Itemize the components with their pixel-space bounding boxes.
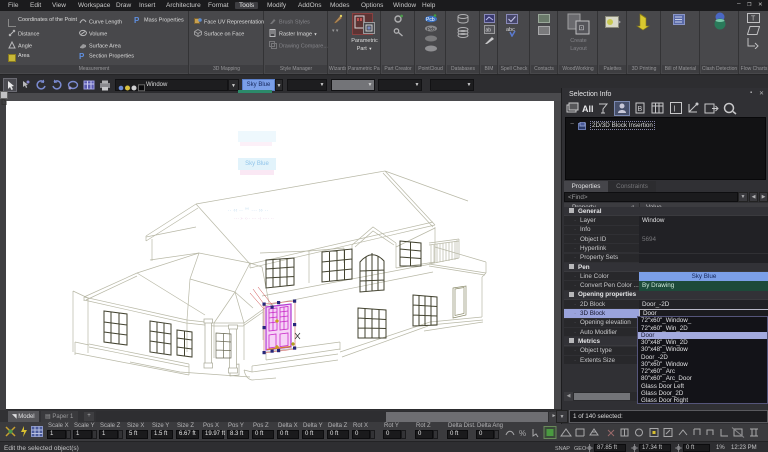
svg-text:T: T (751, 16, 756, 23)
svg-text:Pcb: Pcb (426, 17, 435, 23)
svg-text:I: I (674, 105, 676, 114)
svg-text:ab: ab (486, 28, 492, 34)
svg-text:⊡: ⊡ (579, 25, 585, 32)
svg-text:%: % (519, 429, 526, 438)
svg-text:Pcb: Pcb (427, 27, 435, 32)
svg-text:All: All (582, 104, 594, 114)
svg-text:B: B (638, 106, 643, 113)
